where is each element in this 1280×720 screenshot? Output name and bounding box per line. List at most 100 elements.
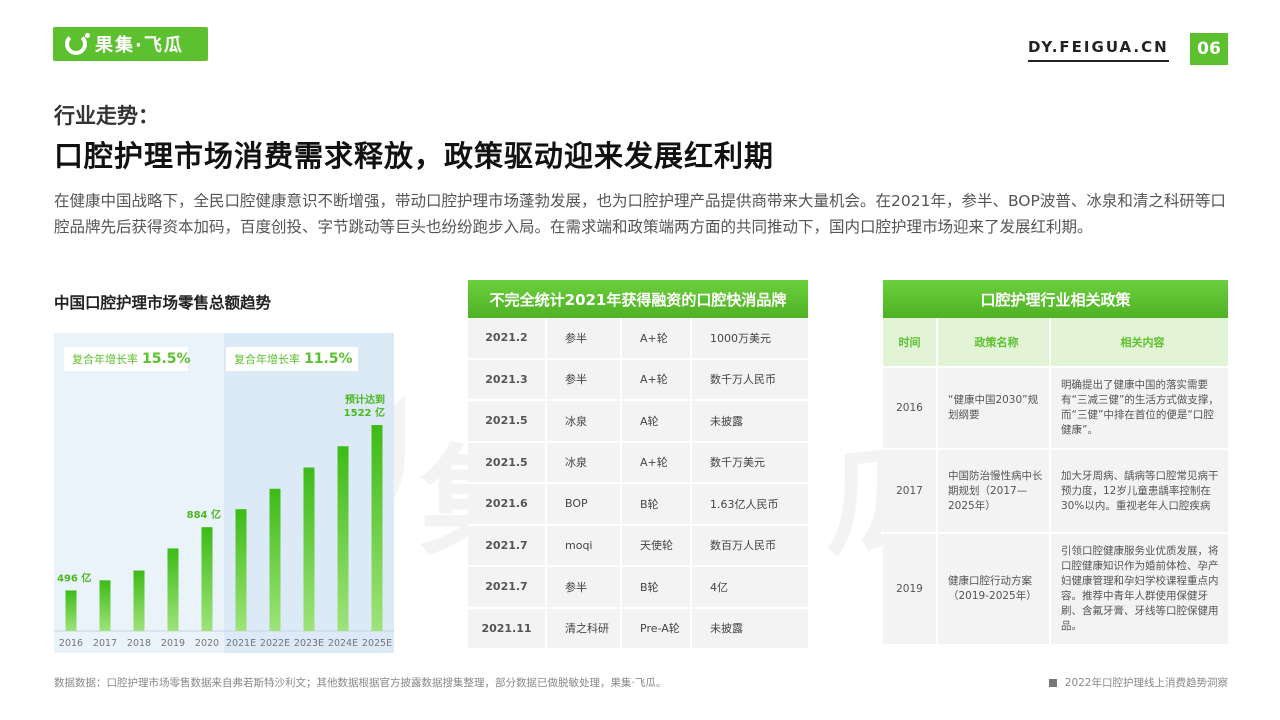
brand-logo: 果集·飞瓜 [53, 27, 208, 61]
table-cell: 加大牙周病、龋病等口腔常见病干预力度，12岁儿童患龋率控制在30%以内。重视老年… [1061, 469, 1219, 512]
chart-x-tick: 2021E [226, 638, 256, 649]
table-cell: 数百万人民币 [710, 539, 776, 553]
chart-x-tick: 2016 [59, 638, 83, 649]
table-cell: 1.63亿人民币 [710, 497, 779, 511]
table-cell: 天使轮 [622, 525, 692, 565]
table-header: 时间 政策名称 相关内容 [883, 318, 1228, 366]
table-row: 2016 “健康中国2030”规划纲要 明确提出了健康中国的落实需要有“三减三健… [883, 366, 1228, 448]
site-url: DY.FEIGUA.CN [1028, 38, 1169, 62]
chart-x-tick: 2017 [93, 638, 117, 649]
table-cell: A+轮 [622, 359, 692, 399]
table-cell: 明确提出了健康中国的落实需要有“三减三健”的生活方式做支撑，而“三健”中排在首位… [1061, 379, 1219, 436]
chart-x-tick: 2024E [328, 638, 358, 649]
table-cell: “健康中国2030”规划纲要 [938, 368, 1051, 448]
chart-bar [303, 467, 315, 631]
table-cell: 2021.5 [468, 442, 547, 482]
chart-canvas: 2016 2017 2018 2019 2020 2021E 2022E 2023E 2024E… [54, 333, 394, 653]
cagr-label: 复合年增长率 [234, 353, 300, 366]
footer-source: 数据数据：口腔护理市场零售数据来自弗若斯特沙利文；其他数据根据官方披露数据搜集整… [54, 677, 667, 689]
table-cell: 中国防治慢性病中长期规划（2017—2025年） [938, 450, 1051, 532]
chart-bar [133, 570, 145, 631]
chart-bar [235, 509, 247, 631]
chart-bar [167, 548, 179, 631]
intro-paragraph: 在健康中国战略下，全民口腔健康意识不断增强，带动口腔护理市场蓬勃发展，也为口腔护… [54, 192, 1226, 236]
table-cell: 2021.7 [468, 525, 547, 565]
table-cell: 健康口腔行动方案（2019-2025年） [938, 534, 1051, 644]
table-cell: 冰泉 [547, 401, 622, 441]
table-cell: 2021.6 [468, 484, 547, 524]
table-cell: 2021.11 [468, 608, 547, 648]
table-row: 2021.7 参半 B轮 4亿 [468, 567, 808, 609]
cagr-value: 15.5% [142, 351, 191, 367]
table-row: 2019 健康口腔行动方案（2019-2025年） 引领口腔健康服务业优质发展，… [883, 532, 1228, 644]
chart-title: 中国口腔护理市场零售总额趋势 [54, 294, 272, 312]
table-cell: 2021.5 [468, 401, 547, 441]
table-cell: Pre-A轮 [622, 608, 692, 648]
chart-bar [99, 580, 111, 631]
chart-x-tick: 2020 [195, 638, 219, 649]
chart-x-tick: 2019 [161, 638, 185, 649]
table-cell: 数千万美元 [710, 456, 765, 470]
table-cell: A+轮 [622, 442, 692, 482]
page-title: 口腔护理市场消费需求释放，政策驱动迎来发展红利期 [54, 139, 775, 173]
footer-report: 2022年口腔护理线上消费趋势洞察 [1048, 675, 1228, 690]
table-cell: 2017 [883, 450, 938, 532]
table-row: 2021.5 冰泉 A轮 未披露 [468, 401, 808, 443]
table-cell: A+轮 [622, 318, 692, 358]
cagr-badge-historic: 复合年增长率 15.5% [64, 347, 191, 371]
table-cell: 1000万美元 [710, 331, 771, 345]
cagr-label: 复合年增长率 [72, 353, 138, 366]
chart-bar [269, 488, 281, 631]
table-row: 2021.7 moqi 天使轮 数百万人民币 [468, 525, 808, 567]
funding-table: 2021.2 参半 A+轮 1000万美元 2021.3 参半 A+轮 数千万人… [468, 318, 808, 650]
table-cell: 未披露 [710, 414, 743, 428]
chart-x-tick: 2022E [260, 638, 290, 649]
brand-logo-icon [65, 33, 90, 55]
table-cell: 2016 [883, 368, 938, 448]
chart-data-label: 496 亿 [57, 571, 91, 584]
chart-x-tick: 2018 [127, 638, 151, 649]
table-cell: 2021.7 [468, 567, 547, 607]
brand-logo-text: 果集·飞瓜 [95, 35, 184, 56]
table-cell: 清之科研 [547, 608, 622, 648]
table-cell: 参半 [547, 567, 622, 607]
table-cell: 2019 [883, 534, 938, 644]
table-header-cell: 时间 [883, 318, 938, 366]
table-cell: 2021.2 [468, 318, 547, 358]
chart-bar [337, 446, 349, 631]
table-cell: BOP [547, 484, 622, 524]
chart-data-label: 预计达到 [345, 393, 385, 406]
chart-bar [65, 590, 77, 631]
table-header-cell: 相关内容 [1120, 336, 1165, 349]
table-cell: 2021.3 [468, 359, 547, 399]
table-cell: 参半 [547, 359, 622, 399]
page-number: 06 [1190, 33, 1228, 65]
chart-data-label: 884 亿 [187, 508, 221, 521]
table-row: 2021.11 清之科研 Pre-A轮 未披露 [468, 608, 808, 650]
table-row: 2021.3 参半 A+轮 数千万人民币 [468, 359, 808, 401]
footer-report-title: 2022年口腔护理线上消费趋势洞察 [1064, 677, 1228, 689]
table-cell: A轮 [622, 401, 692, 441]
table-cell: 引领口腔健康服务业优质发展，将口腔健康知识作为婚前体检、孕产妇健康管理和孕妇学校… [1061, 545, 1219, 632]
table-row: 2021.6 BOP B轮 1.63亿人民币 [468, 484, 808, 526]
square-icon [1048, 678, 1057, 687]
table-cell: B轮 [622, 484, 692, 524]
table-cell: 冰泉 [547, 442, 622, 482]
table-cell: B轮 [622, 567, 692, 607]
table-cell: 未披露 [710, 622, 743, 636]
table-header-cell: 政策名称 [938, 318, 1051, 366]
chart-x-tick: 2025E [362, 638, 392, 649]
table-cell: 数千万人民币 [710, 373, 776, 387]
table-cell: 4亿 [710, 580, 728, 594]
table-cell: moqi [547, 525, 622, 565]
table-cell: 参半 [547, 318, 622, 358]
policy-table-title: 口腔护理行业相关政策 [883, 280, 1228, 318]
funding-table-title: 不完全统计2021年获得融资的口腔快消品牌 [468, 280, 808, 318]
table-row: 2021.5 冰泉 A+轮 数千万美元 [468, 442, 808, 484]
cagr-badge-forecast: 复合年增长率 11.5% [226, 347, 358, 371]
cagr-value: 11.5% [304, 351, 353, 367]
table-row: 2021.2 参半 A+轮 1000万美元 [468, 318, 808, 360]
policy-table: 时间 政策名称 相关内容 2016 “健康中国2030”规划纲要 明确提出了健康… [883, 318, 1228, 644]
table-row: 2017 中国防治慢性病中长期规划（2017—2025年） 加大牙周病、龋病等口… [883, 448, 1228, 532]
chart-bar [371, 425, 383, 631]
